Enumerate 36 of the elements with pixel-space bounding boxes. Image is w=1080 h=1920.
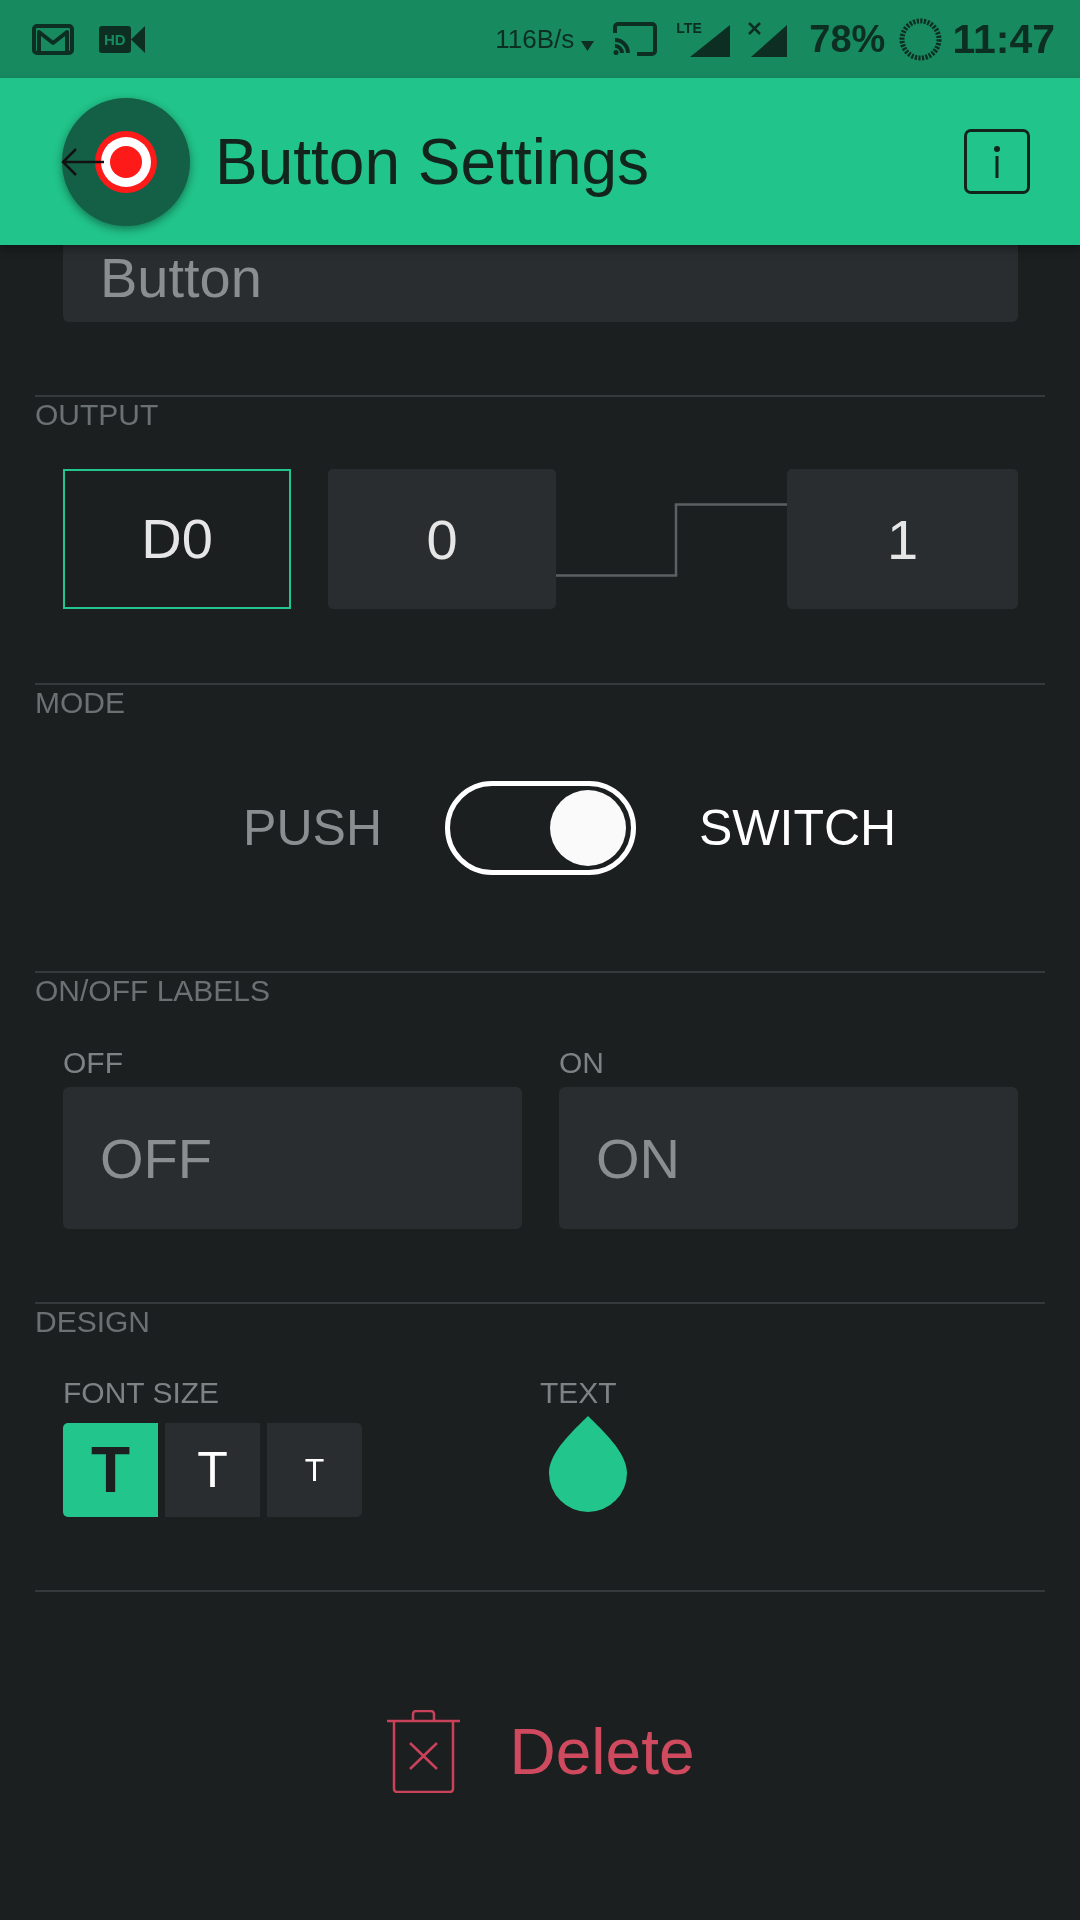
color-drop-icon[interactable] bbox=[549, 1416, 627, 1512]
cast-icon bbox=[611, 21, 660, 57]
signal-x-icon bbox=[747, 21, 788, 57]
label-text-field[interactable]: OFF bbox=[63, 1087, 522, 1229]
pin-selector[interactable]: D0 bbox=[63, 469, 291, 609]
field-label: TEXT bbox=[540, 1378, 618, 1408]
section-heading: ON/OFF LABELS bbox=[35, 976, 272, 1006]
delete-button[interactable]: Delete bbox=[385, 1710, 695, 1793]
battery-level: 78% bbox=[809, 20, 886, 58]
download-arrow-icon bbox=[581, 41, 595, 51]
field-label: FONT SIZE bbox=[63, 1378, 221, 1408]
mode-option-label: SWITCH bbox=[699, 803, 897, 853]
section-heading: MODE bbox=[35, 688, 126, 718]
target-icon bbox=[62, 97, 190, 226]
trash-icon bbox=[385, 1710, 461, 1793]
font-size-option[interactable]: T bbox=[63, 1423, 158, 1517]
low-value-field[interactable]: 0 bbox=[328, 469, 556, 609]
mode-toggle[interactable] bbox=[445, 781, 636, 875]
info-icon bbox=[994, 145, 1000, 178]
back-button[interactable] bbox=[60, 146, 104, 177]
clock-time: 11:47 bbox=[952, 18, 1055, 60]
field-label: ON bbox=[559, 1048, 605, 1078]
info-button[interactable] bbox=[964, 129, 1030, 194]
section-heading: DESIGN bbox=[35, 1307, 152, 1337]
progress-ring-icon bbox=[899, 17, 943, 61]
back-arrow-icon bbox=[60, 146, 104, 177]
mode-option-label: PUSH bbox=[243, 803, 382, 853]
high-value-field[interactable]: 1 bbox=[787, 469, 1018, 609]
font-size-option[interactable]: T bbox=[267, 1423, 362, 1517]
mail-icon bbox=[32, 23, 74, 55]
font-size-option[interactable]: T bbox=[165, 1423, 260, 1517]
label-text-field[interactable]: ON bbox=[559, 1087, 1018, 1229]
network-speed: 116B/s bbox=[495, 26, 575, 52]
name-field[interactable]: Button bbox=[63, 245, 1018, 322]
section-heading: OUTPUT bbox=[35, 400, 160, 430]
field-label: OFF bbox=[63, 1048, 124, 1078]
